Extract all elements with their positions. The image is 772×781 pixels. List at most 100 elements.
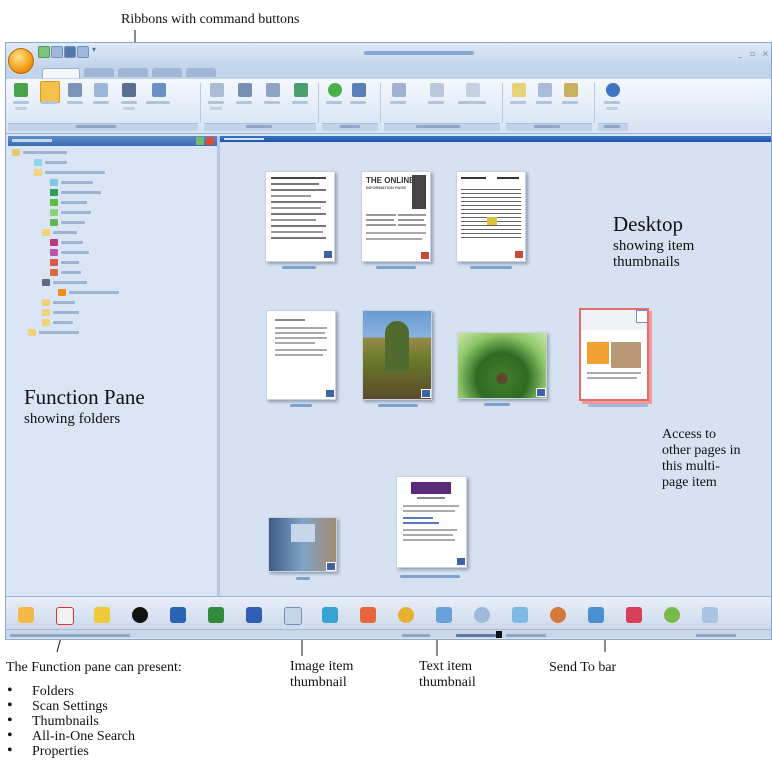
find-icon[interactable] [122, 83, 136, 97]
go-icon[interactable] [328, 83, 342, 97]
media-icon[interactable] [132, 607, 148, 623]
image-item-callout: Image item thumbnail [290, 659, 354, 690]
function-pane-header [8, 136, 217, 146]
pdf-badge-icon [514, 250, 524, 259]
folder-icon[interactable] [50, 239, 58, 246]
multipage-document-thumbnail[interactable] [579, 308, 649, 401]
email-icon[interactable] [474, 607, 490, 623]
text-item-callout: Text item thumbnail [419, 659, 476, 690]
folder-icon[interactable] [34, 159, 42, 166]
application-window: ▾ _ ▫ × THE ONLINE INFORMATION PAGE Desk… [5, 42, 772, 640]
printer-icon[interactable] [550, 607, 566, 623]
open-icon[interactable] [40, 81, 60, 103]
ftp-icon[interactable] [436, 607, 452, 623]
folder-icon[interactable] [42, 299, 50, 306]
status-bar [6, 629, 771, 638]
zoom-icon[interactable] [430, 83, 444, 97]
office-photo-thumbnail[interactable] [268, 517, 337, 572]
list-item: Thumbnails [4, 713, 135, 729]
properties-icon[interactable] [152, 83, 166, 97]
list-item: Folders [4, 683, 135, 699]
folder-icon[interactable] [12, 149, 20, 156]
ribbon-tabs [6, 65, 771, 79]
qat-dropdown-icon[interactable]: ▾ [92, 45, 98, 55]
folder-icon[interactable] [42, 319, 50, 326]
folder-icon[interactable] [50, 269, 58, 276]
folder-icon[interactable] [42, 229, 50, 236]
combine-icon[interactable] [294, 83, 308, 97]
layout-icon[interactable] [466, 83, 480, 97]
tree-photo-thumbnail[interactable] [457, 332, 547, 399]
folder-icon[interactable] [42, 279, 50, 286]
folder-tree [8, 148, 208, 336]
pdf-badge-icon [420, 251, 430, 260]
excel-icon[interactable] [208, 607, 224, 623]
image-viewer-icon[interactable] [322, 607, 338, 623]
form-document-thumbnail[interactable] [265, 171, 335, 262]
folder-icon[interactable] [58, 289, 66, 296]
browser-icon[interactable] [398, 607, 414, 623]
folder-icon[interactable] [42, 309, 50, 316]
quick-scan-icon[interactable] [51, 46, 63, 58]
tab-view[interactable] [118, 68, 148, 77]
notepad-icon[interactable] [284, 607, 302, 625]
tab-scan[interactable] [84, 68, 114, 77]
page-navigation-icon[interactable] [636, 310, 647, 323]
rotate-icon[interactable] [238, 83, 252, 97]
window-title [364, 51, 474, 55]
application-orb-button[interactable] [8, 48, 34, 74]
tab-tools[interactable] [186, 68, 216, 77]
flyer-thumbnail[interactable] [396, 476, 467, 568]
quick-view-icon[interactable] [64, 46, 76, 58]
list-item: Scan Settings [4, 698, 135, 714]
network-icon[interactable] [588, 607, 604, 623]
paint-icon[interactable] [94, 607, 110, 623]
image-badge-icon [536, 388, 546, 397]
folder-icon[interactable] [50, 259, 58, 266]
fax-icon[interactable] [702, 607, 718, 623]
folder-icon[interactable] [50, 219, 58, 226]
spreadsheet-grid [461, 186, 521, 238]
word-icon[interactable] [246, 607, 262, 623]
zoom-slider-thumb[interactable] [496, 631, 502, 638]
tab-home[interactable] [42, 68, 80, 78]
folder-icon[interactable] [34, 169, 42, 176]
gallery-icon[interactable] [392, 83, 406, 97]
crop-icon[interactable] [266, 83, 280, 97]
desktop-header [220, 136, 771, 142]
spreadsheet-thumbnail[interactable] [456, 171, 526, 262]
folder-icon[interactable] [50, 199, 58, 206]
folder-icon[interactable] [50, 179, 58, 186]
import-icon[interactable] [352, 83, 366, 97]
maximize-button[interactable]: ▫ [750, 49, 758, 58]
quick-settings-icon[interactable] [77, 46, 89, 58]
tab-edit[interactable] [152, 68, 182, 77]
help-icon[interactable] [606, 83, 620, 97]
newsletter-thumbnail[interactable]: THE ONLINE INFORMATION PAGE [361, 171, 431, 262]
send-icon[interactable] [68, 83, 82, 97]
folder-icon[interactable] [28, 329, 36, 336]
pin-icon[interactable] [196, 137, 204, 145]
page-icon[interactable] [210, 83, 224, 97]
close-button[interactable]: × [762, 49, 770, 58]
copy-icon[interactable] [94, 83, 108, 97]
folder-icon[interactable] [50, 209, 58, 216]
letter-thumbnail[interactable] [266, 310, 336, 400]
minimize-button[interactable]: _ [738, 49, 746, 58]
photo-editor-icon[interactable] [18, 607, 34, 623]
folder-icon[interactable] [50, 189, 58, 196]
search-icon[interactable] [512, 607, 528, 623]
highlight-icon[interactable] [564, 83, 578, 97]
chart-icon[interactable] [626, 607, 642, 623]
quick-save-icon[interactable] [38, 46, 50, 58]
photoshop-icon[interactable] [170, 607, 186, 623]
acquire-icon[interactable] [14, 83, 28, 97]
powerpoint-icon[interactable] [360, 607, 376, 623]
cathedral-photo-thumbnail[interactable] [362, 310, 432, 400]
recycle-icon[interactable] [664, 607, 680, 623]
pdf-icon[interactable] [56, 607, 74, 625]
folder-icon[interactable] [50, 249, 58, 256]
close-pane-icon[interactable] [206, 137, 214, 145]
note-icon[interactable] [512, 83, 526, 97]
stamp-icon[interactable] [538, 83, 552, 97]
